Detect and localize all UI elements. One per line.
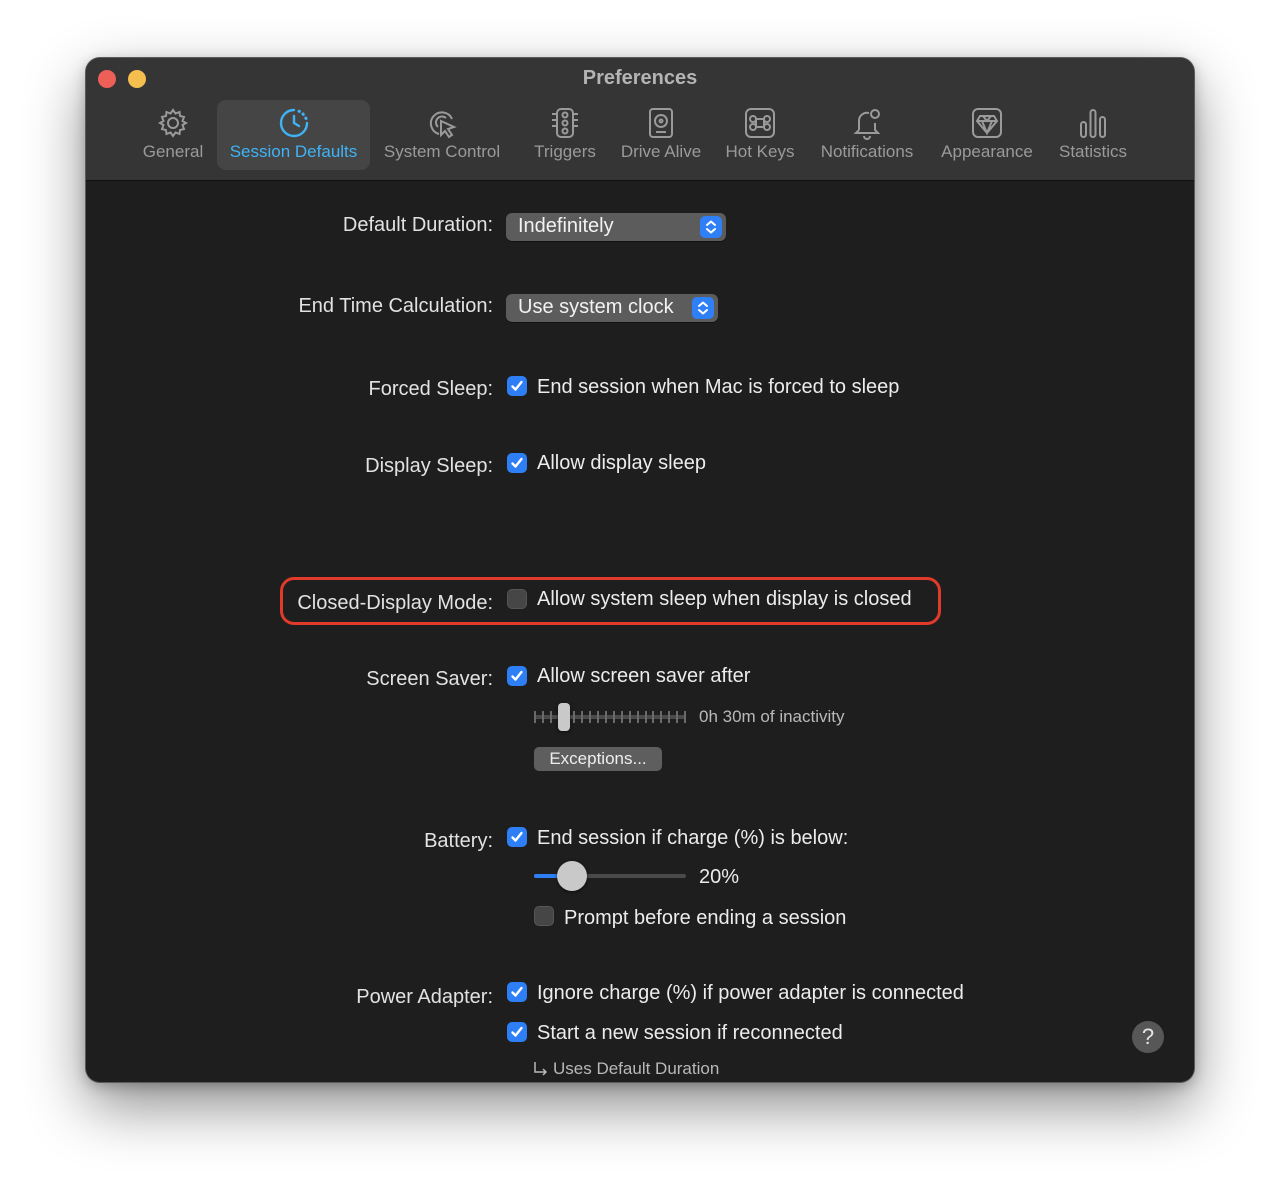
default-duration-popup[interactable]: Indefinitely <box>506 213 726 241</box>
tab-label: Triggers <box>534 142 596 161</box>
screen-saver-option: Allow screen saver after <box>537 665 751 687</box>
slider-tick <box>573 711 575 723</box>
clock-icon <box>279 108 308 138</box>
prompt-option: Prompt before ending a session <box>564 907 847 929</box>
default-duration-value: Indefinitely <box>518 215 614 237</box>
ignore-charge-checkbox[interactable] <box>507 982 527 1002</box>
slider-tick <box>550 711 552 723</box>
closed-display-label: Closed-Display Mode: <box>297 592 493 614</box>
tab-triggers[interactable]: Triggers <box>528 100 602 170</box>
tab-statistics[interactable]: Statistics <box>1052 100 1134 170</box>
checkmark-icon <box>511 1026 523 1037</box>
closed-display-option: Allow system sleep when display is close… <box>537 588 912 610</box>
tab-label: Drive Alive <box>620 142 702 161</box>
slider-tick <box>597 711 599 723</box>
battery-option: End session if charge (%) is below: <box>537 827 849 849</box>
preferences-window: Preferences General Session Defaults Sys… <box>86 58 1194 1082</box>
command-key-icon <box>745 108 775 138</box>
checkmark-icon <box>511 457 523 468</box>
display-sleep-checkbox[interactable] <box>507 453 527 473</box>
tab-label: Session Defaults <box>229 142 358 161</box>
checkmark-icon <box>511 831 523 842</box>
end-time-calc-value: Use system clock <box>518 296 674 318</box>
tab-session-defaults[interactable]: Session Defaults <box>217 100 370 170</box>
slider-tick <box>660 711 662 723</box>
window-title: Preferences <box>582 67 698 89</box>
screen-saver-checkbox[interactable] <box>507 666 527 686</box>
closed-display-checkbox[interactable] <box>507 589 527 609</box>
checkmark-icon <box>511 380 523 391</box>
slider-tick <box>652 711 654 723</box>
tab-label: System Control <box>383 142 501 161</box>
checkmark-icon <box>511 670 523 681</box>
end-time-calc-label: End Time Calculation: <box>298 295 493 317</box>
default-duration-label: Default Duration: <box>342 214 493 236</box>
slider-knob[interactable] <box>558 703 571 731</box>
power-adapter-label: Power Adapter: <box>356 986 493 1008</box>
tab-drive-alive[interactable]: Drive Alive <box>614 100 708 170</box>
triggers-icon <box>552 108 578 138</box>
default-duration-note: Uses Default Duration <box>553 1059 720 1078</box>
bell-icon <box>853 109 881 140</box>
slider-tick <box>637 711 639 723</box>
end-time-calc-popup[interactable]: Use system clock <box>506 294 718 322</box>
forced-sleep-checkbox[interactable] <box>507 376 527 396</box>
prompt-checkbox[interactable] <box>534 906 554 926</box>
tab-label: Notifications <box>820 142 914 161</box>
tab-label: Appearance <box>941 142 1033 161</box>
tab-hot-keys[interactable]: Hot Keys <box>720 100 800 170</box>
slider-tick <box>542 711 544 723</box>
cursor-click-icon <box>429 111 457 139</box>
settings-panel: Default Duration: Indefinitely End Time … <box>86 181 1194 1082</box>
bar-chart-icon <box>1080 109 1106 138</box>
screen-saver-slider-value: 0h 30m of inactivity <box>699 707 845 726</box>
slider-tick <box>684 711 686 723</box>
battery-value: 20% <box>699 866 740 888</box>
new-session-option: Start a new session if reconnected <box>537 1022 843 1044</box>
battery-checkbox[interactable] <box>507 827 527 847</box>
slider-tick <box>581 711 583 723</box>
return-arrow-icon <box>534 1062 548 1076</box>
slider-knob[interactable] <box>557 861 587 891</box>
battery-label: Battery: <box>424 830 493 852</box>
slider-tick <box>534 711 536 723</box>
screen-saver-label: Screen Saver: <box>366 668 493 690</box>
tab-general[interactable]: General <box>136 100 210 170</box>
tab-system-control[interactable]: System Control <box>378 100 506 170</box>
tab-label: Hot Keys <box>725 142 795 161</box>
toolbar: Preferences General Session Defaults Sys… <box>86 58 1194 181</box>
tab-appearance[interactable]: Appearance <box>936 100 1038 170</box>
chevron-up-down-icon <box>692 297 714 319</box>
drive-icon <box>649 108 673 138</box>
display-sleep-label: Display Sleep: <box>365 455 493 477</box>
gem-icon <box>972 108 1002 138</box>
slider-track <box>534 715 686 719</box>
exceptions-button[interactable]: Exceptions... <box>534 747 662 771</box>
slider-tick <box>668 711 670 723</box>
slider-tick <box>613 711 615 723</box>
slider-tick <box>605 711 607 723</box>
forced-sleep-label: Forced Sleep: <box>368 378 493 400</box>
slider-tick <box>621 711 623 723</box>
gear-icon <box>157 108 189 138</box>
checkmark-icon <box>511 986 523 997</box>
tab-label: Statistics <box>1058 142 1128 161</box>
tab-notifications[interactable]: Notifications <box>812 100 922 170</box>
ignore-charge-option: Ignore charge (%) if power adapter is co… <box>537 982 964 1004</box>
slider-tick <box>676 711 678 723</box>
help-button[interactable]: ? <box>1132 1021 1164 1053</box>
forced-sleep-option: End session when Mac is forced to sleep <box>537 376 900 398</box>
display-sleep-option: Allow display sleep <box>537 452 706 474</box>
slider-tick <box>589 711 591 723</box>
slider-tick <box>645 711 647 723</box>
slider-tick <box>629 711 631 723</box>
tab-label: General <box>142 142 204 161</box>
chevron-up-down-icon <box>700 216 722 238</box>
new-session-checkbox[interactable] <box>507 1022 527 1042</box>
